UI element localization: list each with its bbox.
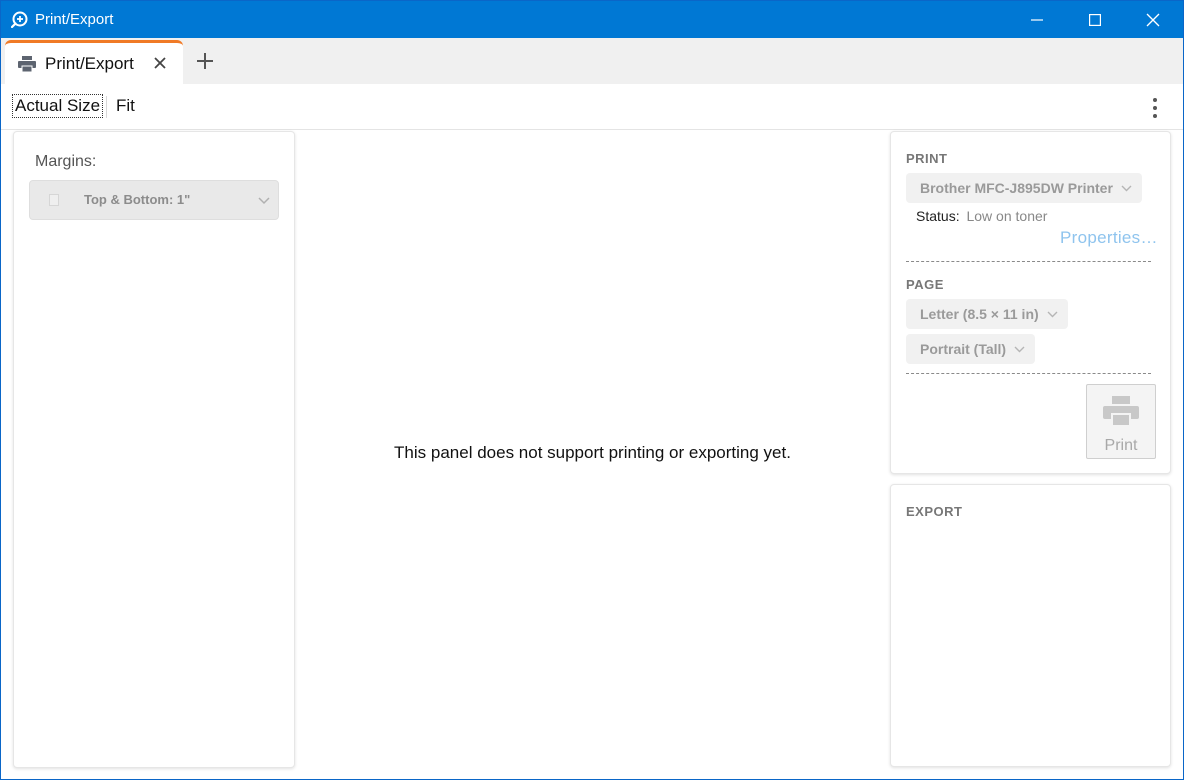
chevron-down-icon: [1047, 311, 1058, 318]
printer-status: Status: Low on toner: [916, 208, 1047, 224]
title-bar: Print/Export: [1, 1, 1183, 38]
margins-checkbox[interactable]: [49, 194, 59, 206]
orientation-value: Portrait (Tall): [920, 341, 1007, 357]
printer-dropdown[interactable]: Brother MFC-J895DW Printer: [906, 173, 1142, 203]
maximize-button[interactable]: [1066, 1, 1124, 38]
chevron-down-icon: [1014, 346, 1025, 353]
tab-close-icon[interactable]: [152, 55, 168, 71]
margins-dropdown[interactable]: Top & Bottom: 1": [29, 180, 279, 220]
more-options-icon[interactable]: [1147, 95, 1163, 121]
kebab-dot: [1153, 106, 1157, 110]
paper-size-value: Letter (8.5 × 11 in): [920, 306, 1039, 322]
printer-name: Brother MFC-J895DW Printer: [920, 180, 1113, 196]
status-label: Status:: [916, 208, 960, 224]
section-divider: [906, 373, 1151, 374]
close-button[interactable]: [1124, 1, 1182, 38]
app-logo-icon: [11, 11, 28, 28]
page-section-title: PAGE: [906, 277, 944, 292]
print-button[interactable]: Print: [1086, 384, 1156, 459]
print-export-window: Print/Export Print/Export Actual Size Fi…: [0, 0, 1184, 780]
maximize-icon: [1089, 13, 1101, 26]
new-tab-icon[interactable]: [195, 51, 215, 71]
close-icon: [1146, 13, 1160, 26]
print-panel: PRINT Brother MFC-J895DW Printer Status:…: [890, 131, 1171, 474]
margins-panel: Margins: Top & Bottom: 1": [13, 131, 295, 768]
export-panel: EXPORT: [890, 484, 1171, 767]
minimize-button[interactable]: [1008, 1, 1066, 38]
tab-print-export[interactable]: Print/Export: [5, 40, 183, 84]
tab-label: Print/Export: [45, 54, 134, 73]
printer-icon: [1103, 396, 1139, 426]
chevron-down-icon: [1121, 185, 1132, 192]
paper-size-dropdown[interactable]: Letter (8.5 × 11 in): [906, 299, 1068, 329]
print-button-label: Print: [1104, 437, 1138, 454]
chevron-down-icon: [258, 197, 270, 205]
window-title: Print/Export: [35, 11, 114, 28]
unsupported-message: This panel does not support printing or …: [394, 443, 791, 462]
print-section-title: PRINT: [906, 151, 948, 166]
properties-link[interactable]: Properties…: [1060, 228, 1158, 248]
status-value: Low on toner: [966, 208, 1048, 224]
toolbar: Actual Size Fit: [1, 84, 1183, 130]
section-divider: [906, 261, 1151, 262]
margins-label: Margins:: [35, 153, 97, 170]
actual-size-button[interactable]: Actual Size: [11, 94, 104, 118]
kebab-dot: [1153, 114, 1157, 118]
printer-icon: [18, 56, 36, 72]
export-section-title: EXPORT: [906, 504, 963, 519]
minimize-icon: [1031, 18, 1043, 21]
kebab-dot: [1153, 98, 1157, 102]
tab-strip: Print/Export: [1, 38, 1183, 84]
fit-button[interactable]: Fit: [115, 96, 136, 116]
toolbar-divider: [106, 96, 107, 118]
margins-value: Top & Bottom: 1": [84, 192, 191, 207]
orientation-dropdown[interactable]: Portrait (Tall): [906, 334, 1036, 364]
